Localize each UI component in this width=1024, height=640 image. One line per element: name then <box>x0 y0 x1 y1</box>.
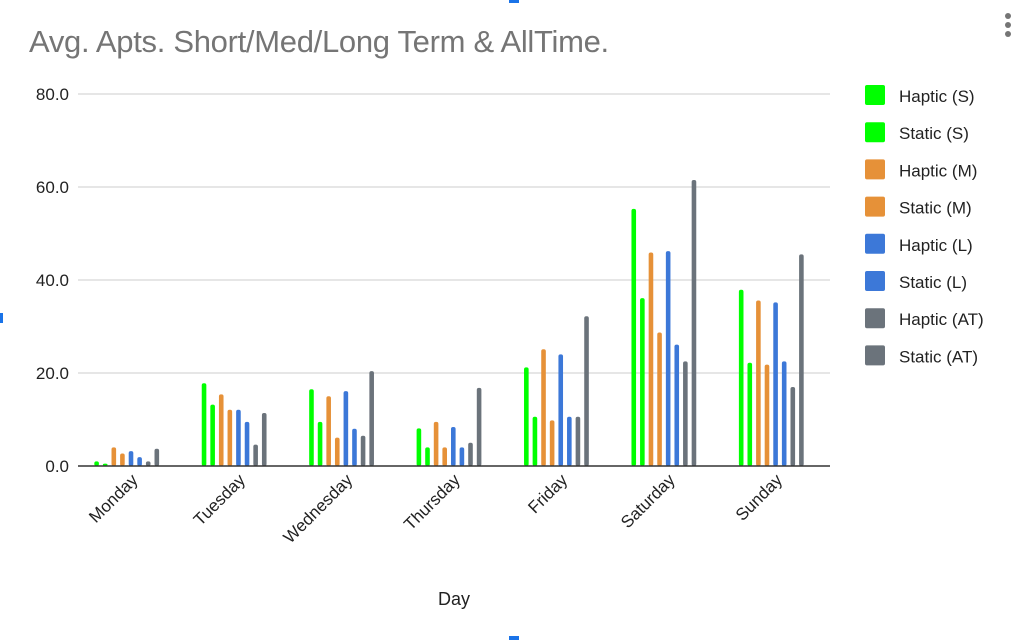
legend-swatch <box>865 233 885 254</box>
x-category-label: Thursday <box>400 470 464 534</box>
bars <box>94 180 804 467</box>
bar[interactable] <box>691 180 697 466</box>
legend-item[interactable]: Static (L) <box>865 271 967 292</box>
bar[interactable] <box>541 349 546 466</box>
x-axis-title: Day <box>438 589 470 609</box>
y-axis-ticks: 0.0 20.0 40.0 60.0 80.0 <box>36 85 69 476</box>
bar[interactable] <box>369 371 374 466</box>
bar[interactable] <box>468 442 473 466</box>
legend-label: Haptic (L) <box>899 236 973 255</box>
bar[interactable] <box>261 412 267 466</box>
bar[interactable] <box>683 361 688 467</box>
bar[interactable] <box>416 428 422 466</box>
bar[interactable] <box>476 387 482 466</box>
bar[interactable] <box>781 361 787 467</box>
bar[interactable] <box>236 409 241 466</box>
bar[interactable] <box>244 421 250 466</box>
bar[interactable] <box>747 362 753 466</box>
legend-swatch <box>865 196 885 217</box>
legend-swatch <box>865 122 885 143</box>
bar[interactable] <box>631 208 637 467</box>
legend-label: Static (S) <box>899 124 969 143</box>
bar[interactable] <box>218 394 224 466</box>
bar[interactable] <box>425 447 430 466</box>
bar[interactable] <box>154 448 160 466</box>
bar[interactable] <box>764 364 770 466</box>
x-axis-categories: Monday Tuesday Wednesday Thursday Friday Satu… <box>85 470 786 547</box>
bar[interactable] <box>657 332 662 466</box>
bar[interactable] <box>451 426 456 466</box>
bar[interactable] <box>227 409 233 466</box>
x-category-label: Tuesday <box>190 470 249 529</box>
bar[interactable] <box>524 367 529 466</box>
bar[interactable] <box>309 389 314 466</box>
legend-item[interactable]: Static (AT) <box>865 345 978 366</box>
x-category-label: Wednesday <box>280 470 357 547</box>
bar[interactable] <box>773 302 778 466</box>
bar[interactable] <box>567 416 572 466</box>
y-tick-label: 20.0 <box>36 364 69 383</box>
bar[interactable] <box>532 416 538 466</box>
bar[interactable] <box>201 383 207 466</box>
legend-item[interactable]: Static (M) <box>865 196 972 218</box>
legend-swatch <box>865 345 885 366</box>
legend: Haptic (S) Static (S) Haptic (M) Static (M)… <box>865 85 984 366</box>
legend-swatch <box>865 85 885 105</box>
legend-label: Static (AT) <box>899 347 978 366</box>
bar[interactable] <box>210 404 215 466</box>
legend-item[interactable]: Haptic (M) <box>865 159 977 180</box>
bar[interactable] <box>317 421 323 466</box>
bar[interactable] <box>253 444 258 466</box>
bar[interactable] <box>665 251 671 466</box>
legend-label: Static (L) <box>899 273 967 292</box>
legend-swatch <box>865 308 885 329</box>
legend-item[interactable]: Static (S) <box>865 122 969 143</box>
legend-label: Haptic (M) <box>899 161 977 180</box>
bar[interactable] <box>790 386 796 466</box>
chart: 0.0 20.0 40.0 60.0 80.0 Monday Tuesday Wednesd… <box>36 85 984 609</box>
legend-item[interactable]: Haptic (S) <box>865 85 975 106</box>
bar[interactable] <box>433 421 439 466</box>
bar[interactable] <box>674 344 680 466</box>
bar[interactable] <box>558 354 564 466</box>
bar[interactable] <box>111 447 117 466</box>
x-category-label: Friday <box>524 470 571 517</box>
legend-item[interactable]: Haptic (AT) <box>865 308 984 329</box>
bar[interactable] <box>648 252 654 466</box>
legend-label: Static (M) <box>899 199 972 218</box>
bar[interactable] <box>120 453 125 466</box>
bar[interactable] <box>738 289 744 466</box>
bar[interactable] <box>575 416 581 466</box>
bar[interactable] <box>640 298 645 466</box>
bar[interactable] <box>334 437 340 466</box>
bar[interactable] <box>128 451 134 466</box>
x-category-label: Monday <box>85 470 142 527</box>
bar[interactable] <box>137 457 142 466</box>
legend-swatch <box>865 159 885 180</box>
x-category-label: Saturday <box>617 470 679 532</box>
bar[interactable] <box>442 447 447 466</box>
legend-label: Haptic (AT) <box>899 310 984 329</box>
gridlines <box>78 93 830 374</box>
bar[interactable] <box>549 420 555 466</box>
y-tick-label: 0.0 <box>45 457 69 476</box>
legend-swatch <box>865 271 885 291</box>
bar[interactable] <box>360 435 366 466</box>
bar[interactable] <box>343 391 349 466</box>
bar[interactable] <box>326 396 331 466</box>
bar[interactable] <box>459 447 465 466</box>
bar[interactable] <box>352 428 357 466</box>
bar[interactable] <box>584 316 589 466</box>
bar[interactable] <box>799 254 804 466</box>
legend-item[interactable]: Haptic (L) <box>865 233 973 255</box>
bar[interactable] <box>756 300 761 466</box>
y-tick-label: 80.0 <box>36 85 69 104</box>
legend-label: Haptic (S) <box>899 87 975 106</box>
y-tick-label: 60.0 <box>36 178 69 197</box>
y-tick-label: 40.0 <box>36 271 69 290</box>
x-category-label: Sunday <box>732 470 787 525</box>
